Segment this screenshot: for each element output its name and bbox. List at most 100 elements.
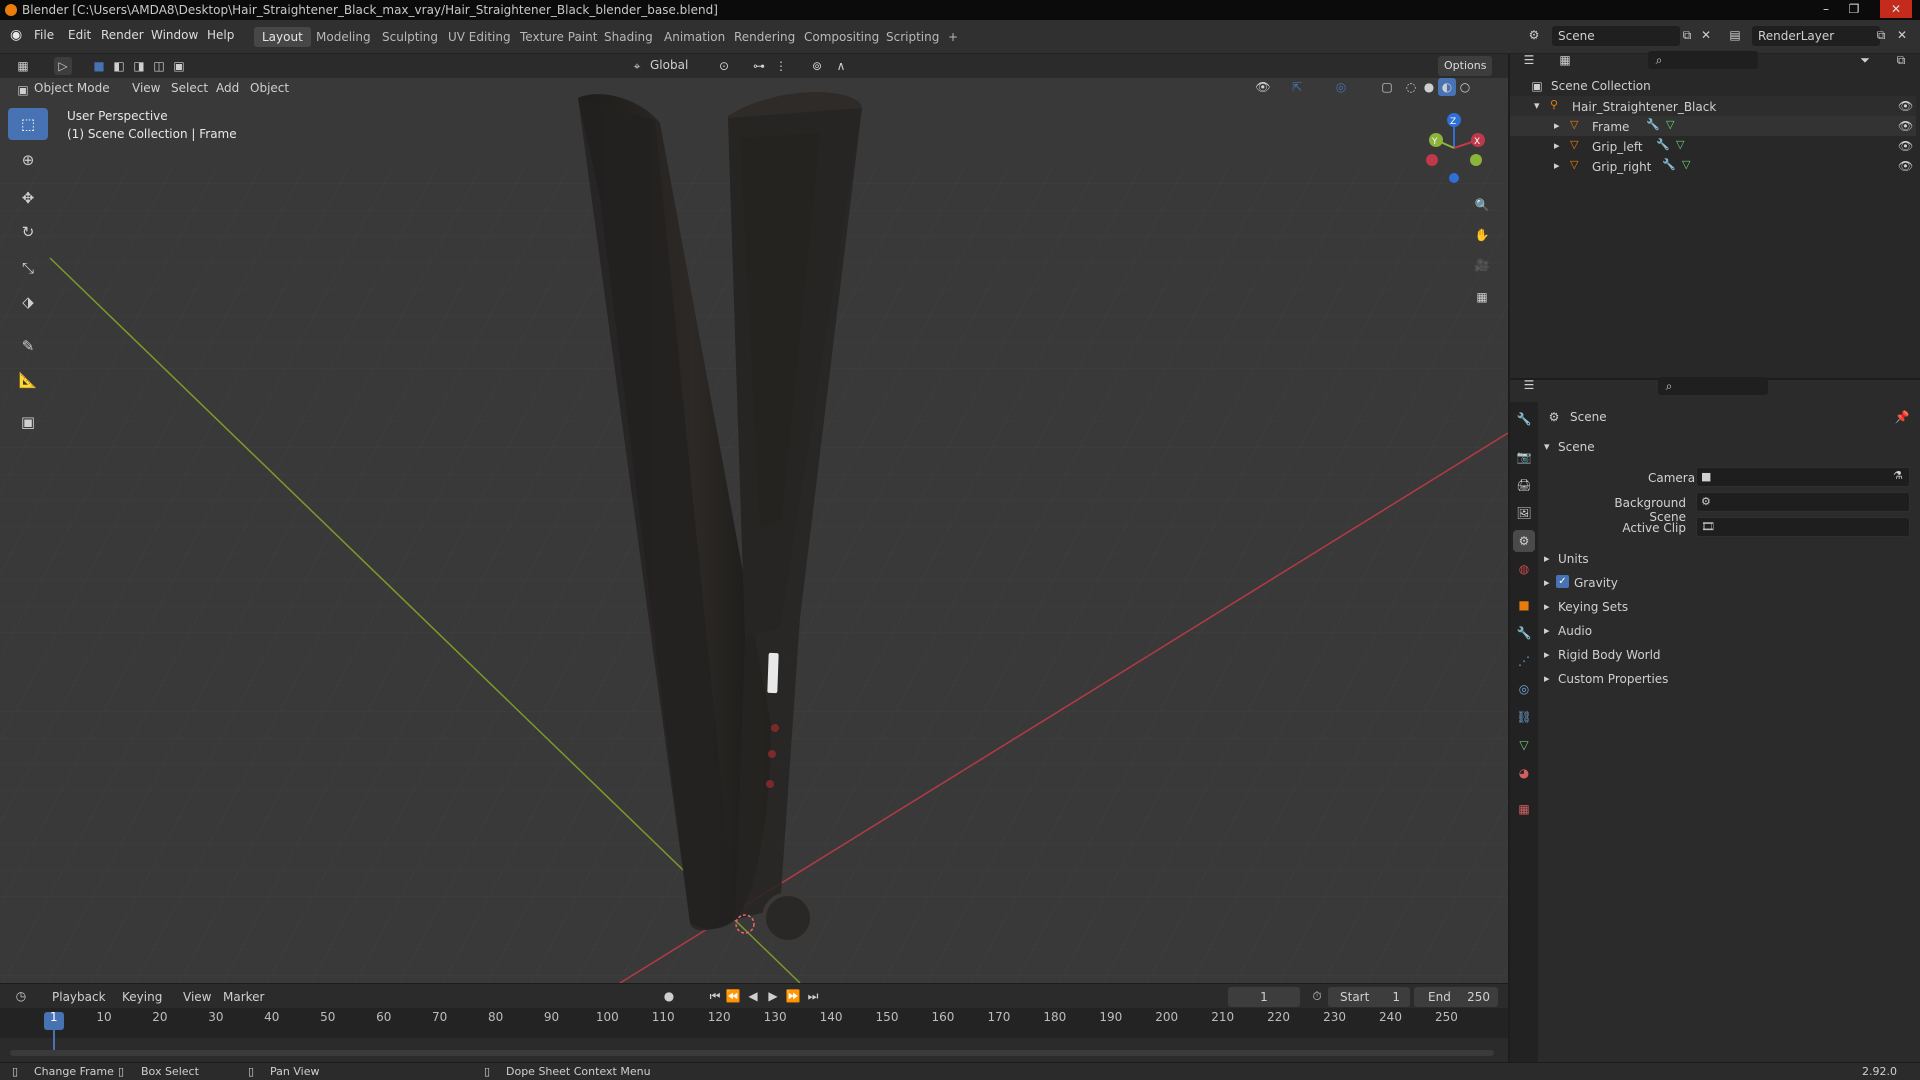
3d-viewport[interactable] [0,78,1508,983]
tab-layout[interactable]: Layout [254,27,311,47]
tab-uv-editing[interactable]: UV Editing [440,27,519,47]
pivot-point-icon[interactable]: ⊙ [715,57,733,75]
new-collection-icon[interactable]: ⧉ [1892,51,1910,69]
timeline-menu-keying[interactable]: Keying [122,990,162,1004]
mesh-data-icon[interactable]: ▽ [1682,158,1690,171]
outliner-row-collection[interactable]: ▾ ⚲ Hair_Straightener_Black 👁 [1510,96,1916,116]
modifier-icon[interactable]: 🔧 [1646,118,1660,131]
move-tool[interactable]: ✥ [8,182,48,214]
pin-icon[interactable]: 📌 [1893,408,1911,426]
expand-arrow-icon[interactable]: ▸ [1544,576,1550,589]
play-icon[interactable]: ▶ [764,987,782,1005]
timeline-editor-icon[interactable]: ◷ [12,987,30,1005]
object-mode-dropdown[interactable]: Object Mode [34,81,110,95]
expand-arrow-icon[interactable]: ▸ [1554,139,1560,152]
menu-edit[interactable]: Edit [68,28,91,42]
render-tab-icon[interactable]: 📷 [1513,446,1535,468]
play-reverse-icon[interactable]: ◀ [744,987,762,1005]
select-mode-new-icon[interactable]: ■ [90,57,108,75]
eyedropper-icon[interactable]: ⚗ [1893,469,1903,482]
cursor-tool[interactable]: ⊕ [8,144,48,176]
expand-arrow-icon[interactable]: ▸ [1554,159,1560,172]
view-layer-tab-icon[interactable]: 🖼 [1513,502,1535,524]
select-mode-subtract-icon[interactable]: ◨ [130,57,148,75]
navigation-gizmo[interactable]: Z X Y [1414,108,1494,188]
start-frame-field[interactable]: Start 1 [1328,987,1410,1007]
timeline-scrollbar[interactable] [10,1050,1494,1056]
timeline-menu-marker[interactable]: Marker [223,990,264,1004]
select-box-tool[interactable]: ⬚ [8,108,48,140]
visibility-eye-icon[interactable]: 👁 [1898,159,1913,173]
expand-arrow-icon[interactable]: ▾ [1534,99,1540,112]
tab-compositing[interactable]: Compositing [796,27,887,47]
outliner-row-grip-right[interactable]: ▸ ▽ Grip_right 🔧 ▽ 👁 [1510,156,1916,176]
maximize-button[interactable]: ❐ [1843,0,1865,18]
blender-menu-icon[interactable]: ◉ [10,27,22,43]
timeline-menu-playback[interactable]: Playback [52,990,106,1004]
timeline-menu-view[interactable]: View [183,990,211,1004]
delete-view-layer-icon[interactable]: ✕ [1893,26,1911,44]
world-tab-icon[interactable]: ◍ [1513,558,1535,580]
options-dropdown[interactable]: Options [1438,56,1493,76]
shading-rendered-icon[interactable]: ○ [1456,78,1474,96]
minimize-button[interactable]: – [1815,0,1837,18]
scene-selector[interactable]: Scene [1552,26,1680,46]
transform-orientation-dropdown[interactable]: Global [650,58,688,72]
shading-material-icon[interactable]: ◐ [1438,78,1456,96]
shading-wireframe-icon[interactable]: ◌ [1402,78,1420,96]
close-window-button[interactable]: ✕ [1880,0,1912,18]
display-mode-icon[interactable]: ▦ [1556,51,1574,69]
viewport-menu-add[interactable]: Add [216,81,239,95]
select-tool-icon[interactable]: ▷ [54,57,72,75]
modifiers-tab-icon[interactable]: 🔧 [1513,622,1535,644]
visibility-icon[interactable]: 👁 [1254,78,1272,96]
outliner-row-grip-left[interactable]: ▸ ▽ Grip_left 🔧 ▽ 👁 [1510,136,1916,156]
editor-type-icon[interactable]: ▦ [14,57,32,75]
gravity-panel-label[interactable]: Gravity [1574,576,1618,590]
outliner-editor-icon[interactable]: ☰ [1520,51,1538,69]
particles-tab-icon[interactable]: ⋰ [1513,650,1535,672]
menu-file[interactable]: File [34,28,54,42]
scene-tab-icon[interactable]: ⚙ [1513,530,1535,552]
pan-hand-icon[interactable]: ✋ [1473,226,1491,244]
jump-end-icon[interactable]: ⏭ [804,987,822,1005]
background-scene-field[interactable]: ⚙ [1696,492,1910,512]
tab-animation[interactable]: Animation [656,27,733,47]
ortho-toggle-icon[interactable]: ▦ [1473,288,1491,306]
visibility-eye-icon[interactable]: 👁 [1898,119,1913,133]
tool-tab-icon[interactable]: 🔧 [1513,408,1535,430]
delete-scene-icon[interactable]: ✕ [1697,26,1715,44]
expand-arrow-icon[interactable]: ▸ [1554,119,1560,132]
select-mode-invert-icon[interactable]: ▣ [170,57,188,75]
add-cube-tool[interactable]: ▣ [8,406,48,438]
camera-view-icon[interactable]: 🎥 [1473,256,1491,274]
expand-arrow-icon[interactable]: ▸ [1544,600,1550,613]
collapse-arrow-icon[interactable]: ▾ [1544,440,1550,453]
audio-panel-label[interactable]: Audio [1558,624,1592,638]
tab-texture-paint[interactable]: Texture Paint [512,27,605,47]
visibility-eye-icon[interactable]: 👁 [1898,139,1913,153]
modifier-icon[interactable]: 🔧 [1662,158,1676,171]
tab-rendering[interactable]: Rendering [726,27,803,47]
tab-scripting[interactable]: Scripting [878,27,947,47]
gizmo-toggle-icon[interactable]: ⇱ [1288,78,1306,96]
current-frame-field[interactable]: 1 [1228,987,1300,1007]
object-tab-icon[interactable]: ■ [1513,594,1535,616]
physics-tab-icon[interactable]: ◎ [1513,678,1535,700]
zoom-icon[interactable]: 🔍 [1473,196,1491,214]
rigid-body-world-panel-label[interactable]: Rigid Body World [1558,648,1661,662]
active-clip-field[interactable]: 🎞 [1696,517,1910,537]
transform-tool[interactable]: ⬗ [8,286,48,318]
snap-icon[interactable]: ⊶ [750,57,768,75]
scene-section-label[interactable]: Scene [1558,440,1595,454]
data-tab-icon[interactable]: ▽ [1513,734,1535,756]
new-view-layer-icon[interactable]: ⧉ [1872,26,1890,44]
tab-modeling[interactable]: Modeling [308,27,379,47]
filter-icon[interactable]: ⏷ [1856,51,1874,69]
units-panel-label[interactable]: Units [1558,552,1589,566]
material-tab-icon[interactable]: ◕ [1513,762,1535,784]
keying-sets-panel-label[interactable]: Keying Sets [1558,600,1628,614]
next-keyframe-icon[interactable]: ⏩ [784,987,802,1005]
xray-icon[interactable]: ▢ [1378,78,1396,96]
gravity-checkbox[interactable]: ✓ [1556,575,1569,588]
